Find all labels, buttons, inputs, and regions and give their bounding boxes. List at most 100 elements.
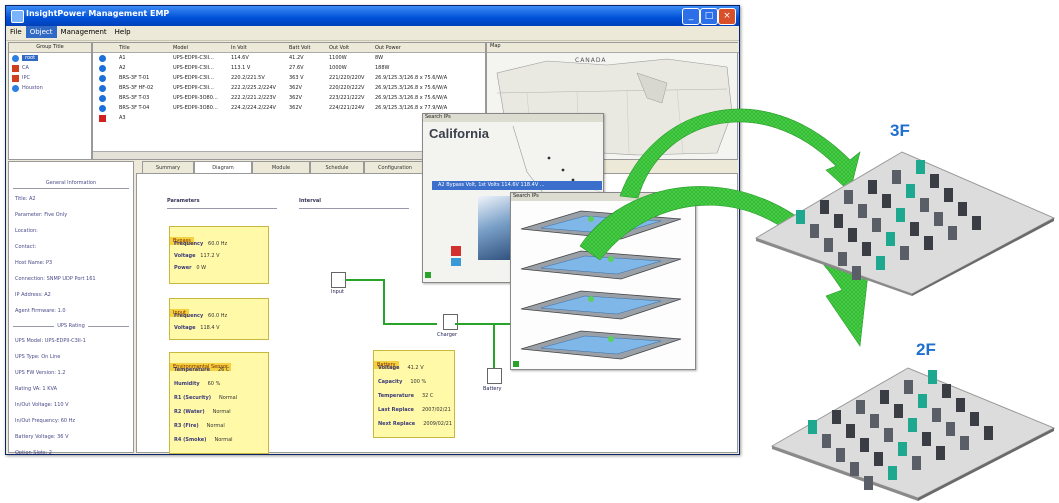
column-out-volt[interactable]: Out Volt <box>329 45 349 51</box>
server-rack-icon <box>942 384 951 398</box>
battery-row-label: Voltage <box>378 365 400 371</box>
info-item: Parameter: Five Only <box>15 212 68 218</box>
server-rack-icon <box>836 448 845 462</box>
table-cell: UPS-EDPII-C3II... <box>173 75 214 81</box>
table-row[interactable]: BRS-3F T-04 UPS-EDPII-3O80... 224.2/224.2/… <box>93 104 485 113</box>
input-node-icon[interactable] <box>331 272 346 288</box>
menu-object[interactable]: Object <box>25 26 57 38</box>
info-item: Location: <box>15 228 38 234</box>
alarm-icon <box>99 115 106 122</box>
env-row: R4 (Smoke) Normal <box>174 437 233 443</box>
maximize-button[interactable]: □ <box>700 8 718 25</box>
battery-row-label: Last Replace <box>378 407 414 413</box>
info-item: IP Address: A2 <box>15 292 51 298</box>
table-row[interactable]: BRS-3F T-03 UPS-EDPII-3O80... 222.2/221.2/… <box>93 94 485 103</box>
table-cell: UPS-EDPII-C3II... <box>173 85 214 91</box>
map-state-label: California <box>429 126 489 141</box>
table-cell: 363 V <box>289 75 304 81</box>
server-rack-icon <box>984 426 993 440</box>
status-icon <box>425 272 431 278</box>
table-cell: 26.9/125.3/126.8 x 77.9/W/A <box>375 105 448 111</box>
table-cell: BRS-3F T-03 <box>119 95 150 101</box>
menu-help[interactable]: Help <box>111 26 135 38</box>
bypass-frequency-value: 60.0 Hz <box>208 241 228 247</box>
charger-node-icon[interactable] <box>443 314 458 330</box>
table-row[interactable]: BRS-3F HF-02 UPS-EDPII-C3II... 222.2/225.2… <box>93 84 485 93</box>
table-cell: 220/220/222V <box>329 85 365 91</box>
column-in-volt[interactable]: In Volt <box>231 45 247 51</box>
server-rack-icon <box>924 236 933 250</box>
table-cell: 26.9/125.3/126.8 x 75.6/W/A <box>375 85 448 91</box>
alarm-marker-icon[interactable] <box>451 246 461 256</box>
table-cell: BRS-3F T-04 <box>119 105 150 111</box>
table-cell: 113.1 V <box>231 65 251 71</box>
column-title[interactable]: Title <box>119 45 130 51</box>
env-row-value: Normal <box>219 395 238 401</box>
minimize-button[interactable]: _ <box>682 8 700 25</box>
server-rack-icon <box>862 242 871 256</box>
table-cell: 1000W <box>329 65 347 71</box>
table-cell: 362V <box>289 105 302 111</box>
server-rack-icon <box>916 160 925 174</box>
info-item: UPS Model: UPS-EDPII-C3II-1 <box>15 338 86 344</box>
server-rack-icon <box>904 380 913 394</box>
close-button[interactable]: × <box>718 8 736 25</box>
column-out-power[interactable]: Out Power <box>375 45 401 51</box>
env-row-label: R3 (Fire) <box>174 423 199 429</box>
battery-row-value: 2009/02/21 <box>423 421 453 427</box>
divider <box>13 188 129 189</box>
table-cell: BRS-3F T-01 <box>119 75 150 81</box>
table-row[interactable]: A2 UPS-EDPII-C3II... 113.1 V 27.6V 1000W 188W <box>93 64 485 73</box>
server-rack-icon <box>882 194 891 208</box>
table-header: Title Model In Volt Batt Volt Out Volt O… <box>93 43 485 53</box>
info-panel: General Information Title: A2 Parameter: … <box>8 161 134 455</box>
env-row-value: 60 % <box>207 381 221 387</box>
ups-rating-heading: UPS Rating <box>9 323 133 329</box>
column-model[interactable]: Model <box>173 45 188 51</box>
device-marker-icon[interactable] <box>451 258 461 266</box>
env-row-label: Humidity <box>174 381 200 387</box>
battery-row-label: Next Replace <box>378 421 416 427</box>
alarm-icon <box>12 75 19 82</box>
battery-row-value: 41.2 V <box>407 365 424 371</box>
divider <box>167 208 277 209</box>
menu-file[interactable]: File <box>6 26 26 38</box>
battery-row: Temperature 32 C <box>378 393 433 399</box>
info-item: Connection: SNMP UDP Port 161 <box>15 276 96 282</box>
battery-node-icon[interactable] <box>487 368 502 384</box>
table-cell: BRS-3F HF-02 <box>119 85 154 91</box>
tree-item-label: root <box>22 55 39 61</box>
column-batt-volt[interactable]: Batt Volt <box>289 45 310 51</box>
server-rack-icon <box>934 212 943 226</box>
menu-management[interactable]: Management <box>57 26 111 38</box>
server-rack-icon <box>844 190 853 204</box>
datacenter-3f-illustration[interactable] <box>752 148 1057 296</box>
device-selection-text: A2 Bypass Volt, 1st Volts 114.6V 118.4V … <box>438 182 545 188</box>
table-cell: 114.6V <box>231 55 249 61</box>
table-cell: 222.2/221.2/223V <box>231 95 276 101</box>
server-rack-icon <box>906 184 915 198</box>
info-item: Host Name: P3 <box>15 260 53 266</box>
table-row[interactable]: A1 UPS-EDPII-C3II... 114.6V 41.2V 1100W 8W <box>93 54 485 63</box>
datacenter-2f-illustration[interactable] <box>768 364 1058 501</box>
status-icon <box>99 95 106 102</box>
env-row-value: 26 C <box>217 367 230 373</box>
server-rack-icon <box>896 208 905 222</box>
battery-row-value: 100 % <box>410 379 427 385</box>
title-bar[interactable]: InsightPower Management EMP _ □ × <box>6 6 739 26</box>
app-icon <box>11 10 24 23</box>
info-item: Option Slots: 2 <box>15 450 52 455</box>
server-rack-icon <box>958 202 967 216</box>
window-title: InsightPower Management EMP <box>26 9 170 18</box>
bypass-frequency-label: Frequency <box>174 241 204 247</box>
table-cell: 41.2V <box>289 55 304 61</box>
server-rack-icon <box>822 434 831 448</box>
server-rack-icon <box>928 370 937 384</box>
table-cell: 222.2/225.2/224V <box>231 85 276 91</box>
table-row[interactable]: BRS-3F T-01 UPS-EDPII-C3II... 220.2/221.5V… <box>93 74 485 83</box>
interval-label: Interval <box>299 198 322 204</box>
power-line <box>345 279 385 281</box>
server-rack-icon <box>872 218 881 232</box>
map-label: Map <box>487 43 739 53</box>
tree-item-label: Houston <box>22 85 43 91</box>
